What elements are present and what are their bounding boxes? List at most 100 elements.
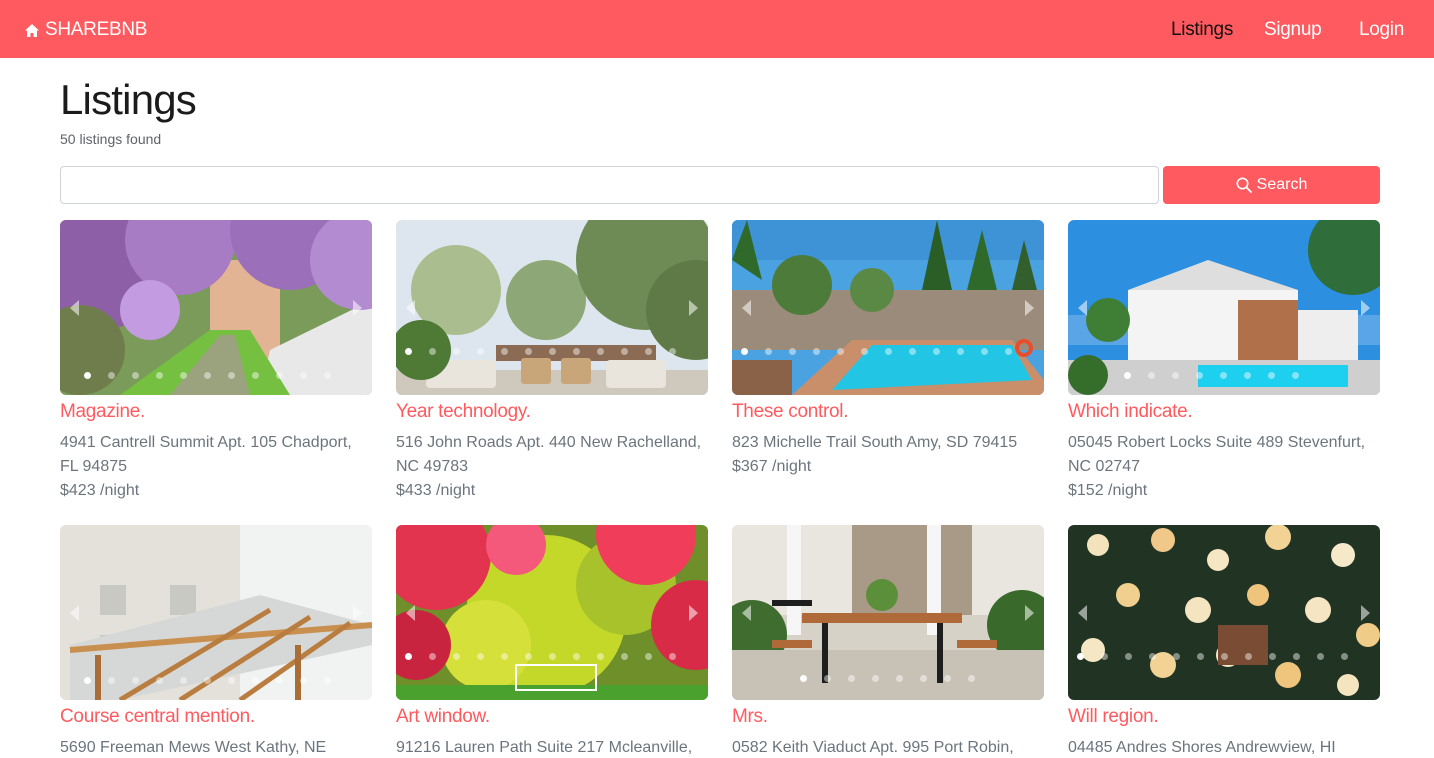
carousel-dot[interactable] <box>789 348 796 355</box>
carousel-dot[interactable] <box>1005 348 1012 355</box>
listing-title-link[interactable]: Mrs. <box>732 706 1044 728</box>
carousel-next-button[interactable] <box>689 605 698 621</box>
carousel-dot[interactable] <box>228 677 235 684</box>
carousel-dot[interactable] <box>156 372 163 379</box>
carousel-dot[interactable] <box>84 372 91 379</box>
search-input[interactable] <box>60 166 1159 204</box>
listing-title-link[interactable]: These control. <box>732 401 1044 423</box>
carousel-dot[interactable] <box>621 348 628 355</box>
carousel-dot[interactable] <box>84 677 91 684</box>
carousel-dot[interactable] <box>549 348 556 355</box>
carousel-prev-button[interactable] <box>1078 300 1087 316</box>
carousel-dot[interactable] <box>669 653 676 660</box>
carousel-dot[interactable] <box>848 675 855 682</box>
carousel-dot[interactable] <box>645 348 652 355</box>
search-button[interactable]: Search <box>1163 166 1380 204</box>
carousel-dot[interactable] <box>669 348 676 355</box>
carousel-dot[interactable] <box>573 348 580 355</box>
carousel-dot[interactable] <box>453 348 460 355</box>
carousel-dot[interactable] <box>1269 653 1276 660</box>
carousel-dot[interactable] <box>933 348 940 355</box>
carousel-next-button[interactable] <box>353 605 362 621</box>
carousel-dot[interactable] <box>228 372 235 379</box>
carousel-dot[interactable] <box>645 653 652 660</box>
carousel-prev-button[interactable] <box>70 300 79 316</box>
carousel-dot[interactable] <box>501 653 508 660</box>
carousel-dot[interactable] <box>909 348 916 355</box>
carousel-next-button[interactable] <box>1025 300 1034 316</box>
carousel-prev-button[interactable] <box>406 605 415 621</box>
carousel-dot[interactable] <box>1292 372 1299 379</box>
brand-link[interactable]: SHAREBNB <box>24 19 147 41</box>
carousel-dot[interactable] <box>813 348 820 355</box>
carousel-dot[interactable] <box>477 653 484 660</box>
carousel-dot[interactable] <box>885 348 892 355</box>
carousel-dot[interactable] <box>896 675 903 682</box>
carousel-prev-button[interactable] <box>1078 605 1087 621</box>
listing-carousel[interactable] <box>60 525 372 700</box>
listing-carousel[interactable] <box>732 220 1044 395</box>
listing-title-link[interactable]: Magazine. <box>60 401 372 423</box>
carousel-dot[interactable] <box>824 675 831 682</box>
carousel-dot[interactable] <box>453 653 460 660</box>
carousel-dot[interactable] <box>981 348 988 355</box>
carousel-dot[interactable] <box>1149 653 1156 660</box>
listing-carousel[interactable] <box>60 220 372 395</box>
carousel-prev-button[interactable] <box>406 300 415 316</box>
carousel-dot[interactable] <box>1101 653 1108 660</box>
carousel-dot[interactable] <box>132 372 139 379</box>
listing-carousel[interactable] <box>732 525 1044 700</box>
carousel-dot[interactable] <box>405 348 412 355</box>
carousel-dot[interactable] <box>1221 653 1228 660</box>
carousel-dot[interactable] <box>1245 653 1252 660</box>
carousel-dot[interactable] <box>1317 653 1324 660</box>
carousel-dot[interactable] <box>204 372 211 379</box>
carousel-dot[interactable] <box>968 675 975 682</box>
carousel-next-button[interactable] <box>689 300 698 316</box>
carousel-dot[interactable] <box>1124 372 1131 379</box>
carousel-dot[interactable] <box>1220 372 1227 379</box>
carousel-dot[interactable] <box>800 675 807 682</box>
carousel-dot[interactable] <box>861 348 868 355</box>
carousel-dot[interactable] <box>549 653 556 660</box>
carousel-dot[interactable] <box>108 677 115 684</box>
carousel-dot[interactable] <box>872 675 879 682</box>
carousel-prev-button[interactable] <box>742 605 751 621</box>
carousel-dot[interactable] <box>1197 653 1204 660</box>
carousel-dot[interactable] <box>525 348 532 355</box>
listing-carousel[interactable] <box>396 220 708 395</box>
listing-title-link[interactable]: Will region. <box>1068 706 1380 728</box>
nav-signup-link[interactable]: Signup <box>1264 19 1322 41</box>
carousel-dot[interactable] <box>405 653 412 660</box>
carousel-dot[interactable] <box>429 348 436 355</box>
listing-carousel[interactable] <box>396 525 708 700</box>
listing-carousel[interactable] <box>1068 525 1380 700</box>
carousel-dot[interactable] <box>132 677 139 684</box>
carousel-dot[interactable] <box>573 653 580 660</box>
listing-carousel[interactable] <box>1068 220 1380 395</box>
carousel-dot[interactable] <box>765 348 772 355</box>
carousel-dot[interactable] <box>276 677 283 684</box>
carousel-dot[interactable] <box>429 653 436 660</box>
carousel-prev-button[interactable] <box>70 605 79 621</box>
carousel-dot[interactable] <box>252 372 259 379</box>
carousel-next-button[interactable] <box>353 300 362 316</box>
carousel-dot[interactable] <box>837 348 844 355</box>
carousel-prev-button[interactable] <box>742 300 751 316</box>
carousel-dot[interactable] <box>252 677 259 684</box>
carousel-dot[interactable] <box>324 372 331 379</box>
carousel-dot[interactable] <box>1341 653 1348 660</box>
carousel-dot[interactable] <box>957 348 964 355</box>
carousel-dot[interactable] <box>920 675 927 682</box>
carousel-dot[interactable] <box>276 372 283 379</box>
carousel-next-button[interactable] <box>1025 605 1034 621</box>
carousel-dot[interactable] <box>525 653 532 660</box>
carousel-dot[interactable] <box>1172 372 1179 379</box>
carousel-dot[interactable] <box>324 677 331 684</box>
carousel-dot[interactable] <box>1268 372 1275 379</box>
carousel-dot[interactable] <box>1077 653 1084 660</box>
carousel-next-button[interactable] <box>1361 300 1370 316</box>
carousel-dot[interactable] <box>597 653 604 660</box>
nav-listings-link[interactable]: Listings <box>1171 19 1233 41</box>
carousel-dot[interactable] <box>1125 653 1132 660</box>
